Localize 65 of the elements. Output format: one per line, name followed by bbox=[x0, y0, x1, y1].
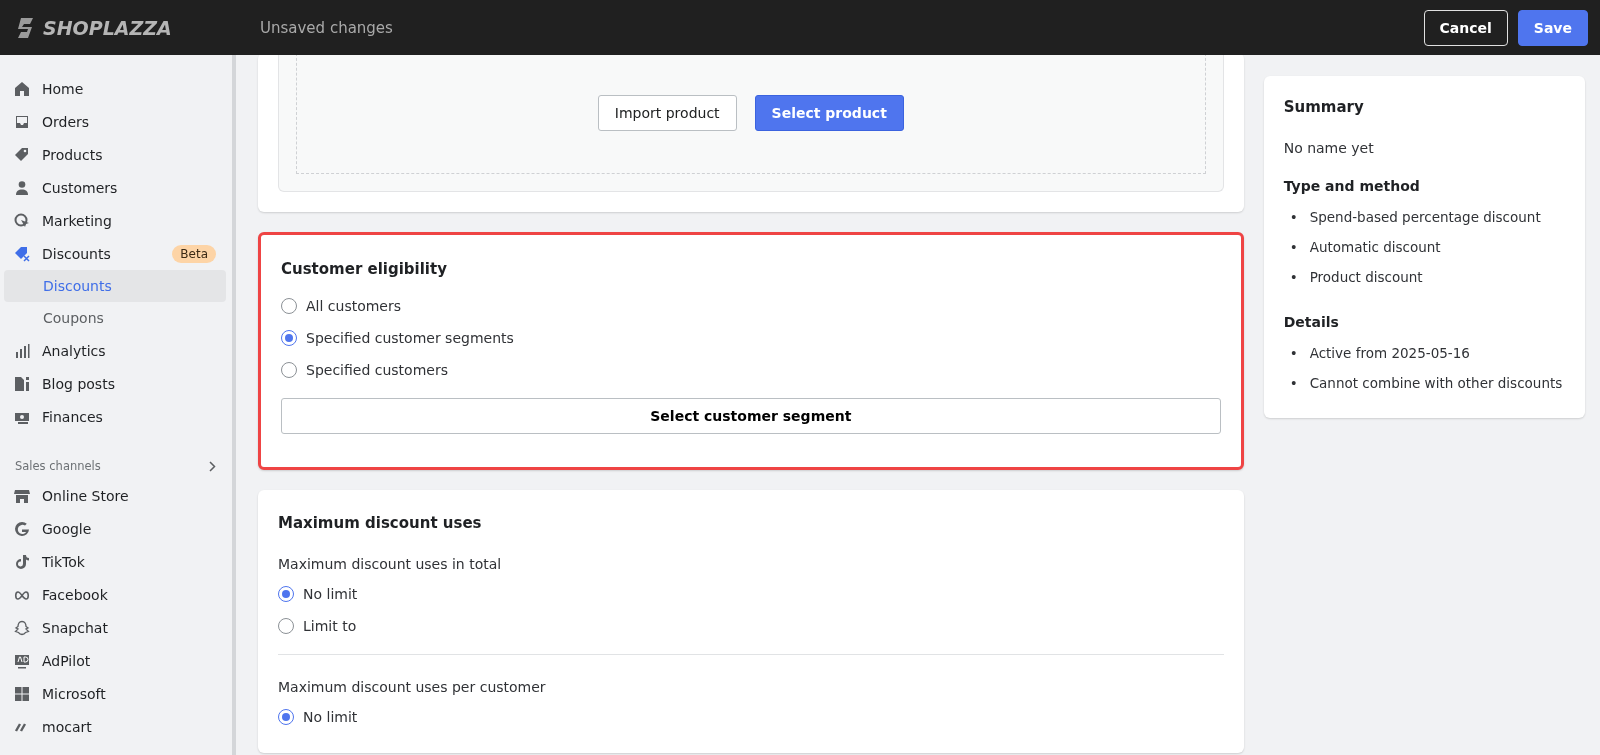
chevron-right-icon[interactable] bbox=[209, 460, 216, 472]
nav-item[interactable]: Google bbox=[4, 512, 226, 545]
summary-item: Active from 2025-05-16 bbox=[1309, 344, 1470, 363]
nav-item[interactable]: AdPilot bbox=[4, 644, 226, 677]
nav-item[interactable]: Orders bbox=[4, 105, 226, 138]
radio-label: No limit bbox=[303, 586, 358, 602]
nav-item[interactable]: Analytics bbox=[4, 334, 226, 367]
cancel-button[interactable]: Cancel bbox=[1423, 9, 1508, 46]
channel-icon bbox=[14, 487, 30, 504]
radio-label: Specified customer segments bbox=[306, 330, 514, 346]
group-label: Maximum discount uses per customer bbox=[278, 679, 547, 695]
radio-button[interactable] bbox=[278, 586, 294, 602]
nav-item[interactable]: Products bbox=[4, 138, 226, 171]
nav-item[interactable]: Online Store bbox=[4, 479, 226, 512]
summary-item: Automatic discount bbox=[1309, 238, 1441, 257]
nav-item[interactable]: Marketing bbox=[4, 204, 226, 237]
radio-label: All customers bbox=[306, 298, 402, 314]
summary-name: No name yet bbox=[1283, 140, 1375, 156]
nav-item[interactable]: Discounts Beta bbox=[4, 237, 226, 270]
nav-item[interactable]: Finances bbox=[4, 400, 226, 433]
radio-button[interactable] bbox=[278, 618, 294, 634]
nav-subitem[interactable]: Discounts bbox=[4, 270, 226, 302]
radio-button[interactable] bbox=[281, 298, 297, 314]
card-title: Maximum discount uses bbox=[278, 514, 483, 532]
radio-label: Limit to bbox=[303, 618, 357, 634]
section-heading: Sales channels bbox=[15, 459, 101, 473]
radio-label: No limit bbox=[303, 709, 358, 725]
nav-subitem[interactable]: Coupons bbox=[4, 302, 226, 334]
nav-item[interactable]: mocart bbox=[4, 710, 226, 743]
save-button[interactable]: Save bbox=[1517, 9, 1588, 46]
radio-button[interactable] bbox=[281, 362, 297, 378]
summary-heading: Type and method bbox=[1283, 178, 1421, 194]
channel-icon bbox=[14, 685, 30, 702]
logo-text: SHOPLAZZA bbox=[43, 16, 172, 39]
summary-heading: Details bbox=[1283, 314, 1340, 330]
select-segment-button[interactable]: Select customer segment bbox=[281, 398, 1221, 434]
nav-item[interactable]: Blog posts bbox=[4, 367, 226, 400]
radio-button[interactable] bbox=[281, 330, 297, 346]
nav-item[interactable]: Home bbox=[4, 72, 226, 105]
channel-icon bbox=[14, 520, 30, 537]
nav-item[interactable]: Customers bbox=[4, 171, 226, 204]
bullet-mark: • bbox=[1289, 208, 1298, 227]
nav-item[interactable]: TikTok bbox=[4, 545, 226, 578]
nav-item[interactable]: Snapchat bbox=[4, 611, 226, 644]
radio-button[interactable] bbox=[278, 709, 294, 725]
nav-item[interactable]: Facebook bbox=[4, 578, 226, 611]
summary-title: Summary bbox=[1283, 98, 1365, 116]
radio-label: Specified customers bbox=[306, 362, 448, 378]
bullet-mark: • bbox=[1289, 268, 1298, 287]
group-label: Maximum discount uses in total bbox=[278, 556, 503, 572]
nav-item[interactable]: Microsoft bbox=[4, 677, 226, 710]
channel-icon bbox=[14, 553, 30, 570]
channel-icon bbox=[14, 652, 30, 669]
bullet-mark: • bbox=[1289, 374, 1298, 393]
unsaved-status: Unsaved changes bbox=[260, 18, 394, 37]
summary-item: Cannot combine with other discounts bbox=[1309, 374, 1563, 393]
channel-icon bbox=[14, 619, 30, 636]
select-product-button[interactable]: Select product bbox=[754, 95, 904, 131]
beta-badge: Beta bbox=[172, 244, 216, 263]
bullet-mark: • bbox=[1289, 238, 1298, 257]
import-product-button[interactable]: Import product bbox=[597, 95, 737, 131]
summary-item: Product discount bbox=[1309, 268, 1423, 287]
summary-item: Spend-based percentage discount bbox=[1309, 208, 1541, 227]
card-title: Customer eligibility bbox=[281, 260, 448, 278]
bullet-mark: • bbox=[1289, 344, 1298, 363]
